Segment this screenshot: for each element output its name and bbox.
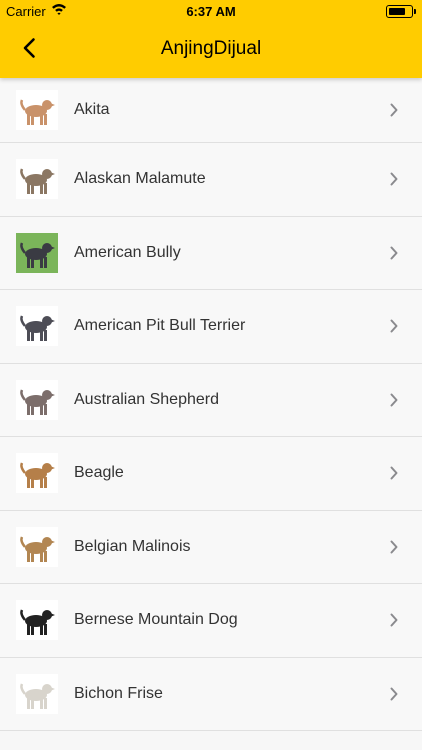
list-item[interactable]: Bernese Mountain Dog: [0, 584, 422, 658]
chevron-right-icon: [389, 687, 399, 701]
list-item[interactable]: Belgian Malinois: [0, 510, 422, 584]
chevron-right-icon: [389, 246, 399, 260]
list-item[interactable]: Bichon Frise: [0, 657, 422, 731]
breed-name: American Bully: [74, 243, 181, 261]
dog-thumbnail: [16, 379, 58, 420]
dog-thumbnail: [16, 306, 58, 347]
chevron-right-icon: [389, 540, 399, 554]
list-item[interactable]: Akita: [0, 78, 422, 143]
dog-thumbnail: [16, 453, 58, 494]
breed-name: Bernese Mountain Dog: [74, 611, 238, 629]
breed-list: Akita Alaskan Malamute American Bully Ameri…: [0, 78, 422, 731]
breed-name: Beagle: [74, 464, 124, 482]
list-item[interactable]: Australian Shepherd: [0, 363, 422, 437]
status-time: 6:37 AM: [186, 4, 236, 19]
dog-thumbnail: [16, 526, 58, 567]
breed-name: Alaskan Malamute: [74, 170, 206, 188]
list-item[interactable]: Beagle: [0, 437, 422, 511]
breed-name: Belgian Malinois: [74, 537, 191, 555]
chevron-right-icon: [389, 103, 399, 117]
page-title: AnjingDijual: [160, 38, 262, 59]
breed-name: Bichon Frise: [74, 684, 163, 702]
list-item[interactable]: American Bully: [0, 216, 422, 290]
breed-name: Akita: [74, 101, 110, 118]
chevron-right-icon: [389, 393, 399, 407]
navigation-bar: Carrier 6:37 AM AnjingDijual: [0, 0, 422, 78]
chevron-right-icon: [389, 466, 399, 480]
list-item[interactable]: Alaskan Malamute: [0, 143, 422, 217]
dog-thumbnail: [16, 600, 58, 641]
battery-icon: [386, 5, 416, 18]
dog-thumbnail: [16, 232, 58, 273]
chevron-right-icon: [389, 172, 399, 186]
breed-name: Australian Shepherd: [74, 390, 219, 408]
chevron-right-icon: [389, 613, 399, 627]
list-item[interactable]: American Pit Bull Terrier: [0, 290, 422, 364]
dog-thumbnail: [16, 159, 58, 200]
dog-thumbnail: [16, 673, 58, 714]
status-bar: Carrier 6:37 AM: [0, 0, 422, 24]
dog-thumbnail: [16, 90, 58, 130]
chevron-right-icon: [389, 319, 399, 333]
breed-name: American Pit Bull Terrier: [74, 317, 246, 335]
